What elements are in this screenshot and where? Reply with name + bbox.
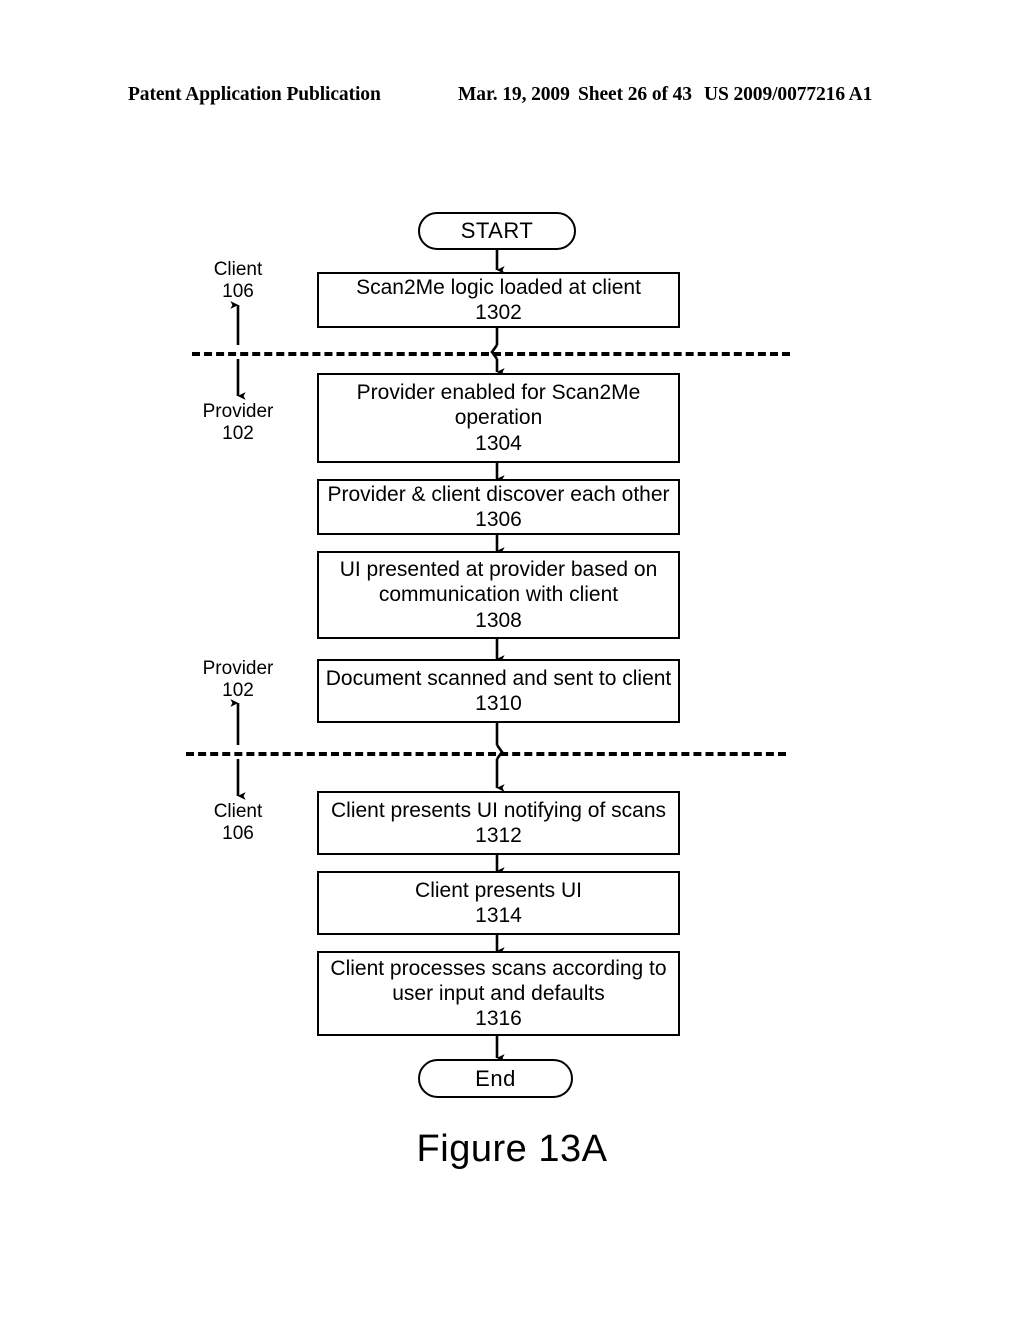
step-text-line-2: user input and defaults: [392, 981, 605, 1005]
flowchart-end-terminator: End: [418, 1059, 573, 1098]
flowchart-step-1316: Client processes scans according to user…: [317, 951, 680, 1036]
lane-label-name: Provider: [202, 658, 274, 679]
lane-label-name: Client: [213, 259, 263, 280]
lane-label-name: Provider: [202, 401, 274, 422]
swimlane-divider-2: [186, 752, 786, 756]
step-reference: 1316: [475, 1007, 522, 1031]
start-label: START: [460, 218, 534, 243]
lane-label-client-top: Client 106: [178, 259, 298, 303]
step-reference: 1304: [475, 431, 522, 455]
lane-label-provider-lower: Provider 102: [178, 658, 298, 702]
flowchart-step-1310: Document scanned and sent to client 1310: [317, 659, 680, 723]
flowchart-step-1306: Provider & client discover each other 13…: [317, 479, 680, 535]
step-text-line-1: UI presented at provider based on: [339, 558, 658, 582]
flowchart-start-terminator: START: [418, 212, 576, 250]
flowchart-step-1304: Provider enabled for Scan2Me operation 1…: [317, 373, 680, 463]
lane-label-ref: 102: [222, 423, 254, 445]
lane-label-ref: 106: [222, 281, 254, 303]
lane-label-provider-upper: Provider 102: [178, 401, 298, 445]
step-text-line-1: Document scanned and sent to client: [325, 666, 672, 690]
flowchart-step-1302: Scan2Me logic loaded at client 1302: [317, 272, 680, 328]
flowchart-step-1312: Client presents UI notifying of scans 13…: [317, 791, 680, 855]
lane-label-name: Client: [213, 801, 263, 822]
step-reference: 1314: [475, 904, 522, 927]
step-text-line-1: Provider enabled for Scan2Me: [356, 381, 641, 405]
lane-label-ref: 102: [222, 680, 254, 702]
step-text-line-1: Provider & client discover each other: [327, 482, 670, 506]
step-text-line-1: Client presents UI notifying of scans: [331, 798, 666, 822]
lane-label-client-bottom: Client 106: [178, 801, 298, 845]
step-text-line-2: operation: [454, 406, 543, 430]
flowchart-step-1308: UI presented at provider based on commun…: [317, 551, 680, 639]
flowchart-diagram: Client 106 Provider 102 Provider 102 Cli…: [0, 0, 1024, 1320]
step-text-line-1: Client presents UI: [415, 878, 582, 902]
step-reference: 1302: [475, 301, 522, 324]
step-text-line-1: Client processes scans according to: [330, 956, 667, 980]
lane-label-ref: 106: [222, 823, 254, 845]
step-reference: 1306: [475, 508, 522, 531]
step-text-line-2: communication with client: [378, 583, 619, 607]
step-reference: 1308: [475, 608, 522, 632]
step-reference: 1312: [475, 824, 522, 847]
end-label: End: [475, 1065, 516, 1091]
step-reference: 1310: [475, 692, 522, 715]
swimlane-divider-1: [192, 352, 790, 356]
figure-caption: Figure 13A: [416, 1128, 608, 1170]
step-text-line-1: Scan2Me logic loaded at client: [356, 275, 641, 299]
flowchart-step-1314: Client presents UI 1314: [317, 871, 680, 935]
